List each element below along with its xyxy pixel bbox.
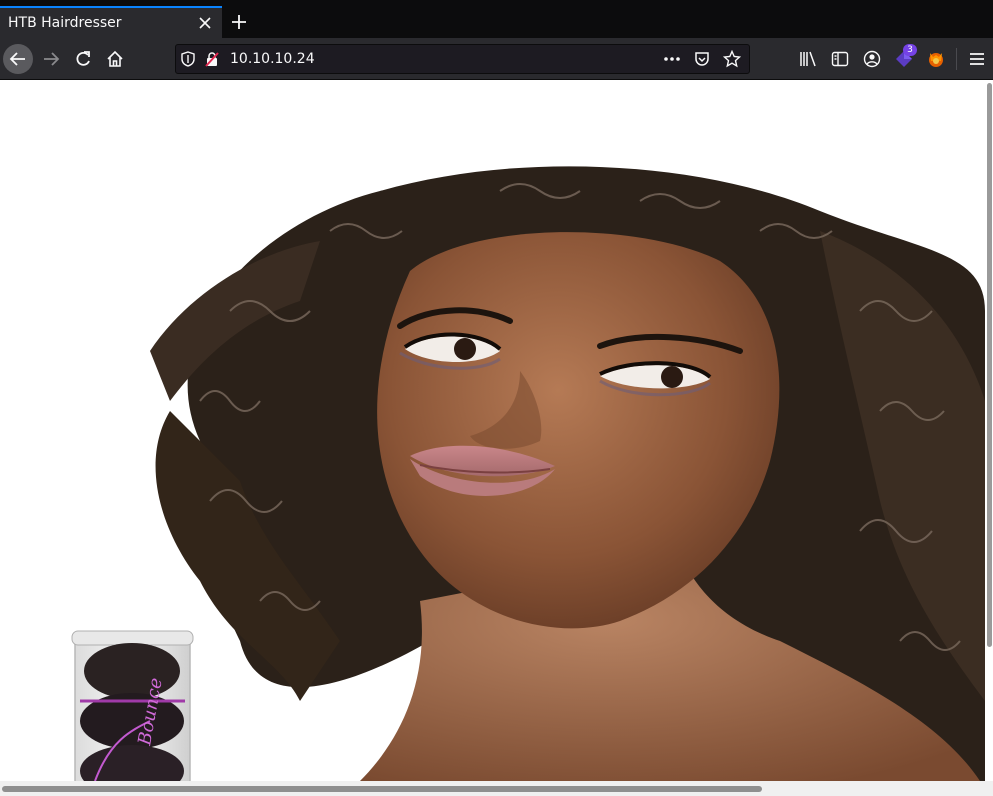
foxyproxy-button[interactable]: [920, 44, 952, 74]
sidebar-button[interactable]: [824, 44, 856, 74]
hamburger-menu-icon: [970, 53, 984, 65]
library-icon: [800, 51, 816, 67]
toolbar-separator: [956, 48, 957, 70]
library-button[interactable]: [792, 44, 824, 74]
sidebar-icon: [831, 51, 849, 67]
reload-icon: [76, 51, 90, 66]
close-tab-icon[interactable]: [196, 14, 214, 32]
back-button[interactable]: [3, 44, 33, 74]
page-content: Bounce: [0, 81, 993, 796]
bookmark-star-icon[interactable]: [719, 45, 745, 73]
insecure-connection-lock-icon[interactable]: [200, 45, 224, 73]
tab-htb-hairdresser[interactable]: HTB Hairdresser: [0, 6, 222, 38]
fox-icon: [929, 53, 943, 67]
home-icon: [107, 50, 123, 67]
account-icon: [863, 50, 881, 68]
hairdresser-hero-image: Bounce: [0, 81, 985, 781]
plus-icon: [232, 15, 246, 29]
vertical-scrollbar-thumb[interactable]: [987, 83, 992, 647]
extension-badge: 3: [903, 44, 917, 56]
horizontal-scrollbar-thumb[interactable]: [2, 786, 762, 792]
pocket-icon[interactable]: [689, 45, 715, 73]
url-text[interactable]: 10.10.10.24: [230, 51, 659, 67]
home-button[interactable]: [100, 44, 130, 74]
reload-button[interactable]: [68, 44, 98, 74]
tab-title: HTB Hairdresser: [8, 15, 122, 31]
extension-button[interactable]: 3: [888, 44, 920, 74]
forward-button[interactable]: [36, 44, 66, 74]
url-bar[interactable]: 10.10.10.24: [175, 44, 750, 74]
arrow-right-icon: [44, 52, 60, 66]
arrow-left-icon: [9, 52, 25, 66]
horizontal-scrollbar[interactable]: [0, 781, 993, 796]
vertical-scrollbar[interactable]: [985, 81, 993, 781]
tab-strip: HTB Hairdresser: [0, 0, 993, 38]
hair-product-canister: Bounce: [71, 630, 194, 781]
nav-toolbar: 10.10.10.24 3: [0, 38, 993, 80]
toolbar-right-group: 3: [792, 44, 993, 74]
page-actions-more-icon[interactable]: [659, 45, 685, 73]
tracking-protection-shield-icon[interactable]: [176, 45, 200, 73]
new-tab-button[interactable]: [226, 9, 252, 35]
menu-button[interactable]: [961, 44, 993, 74]
account-button[interactable]: [856, 44, 888, 74]
